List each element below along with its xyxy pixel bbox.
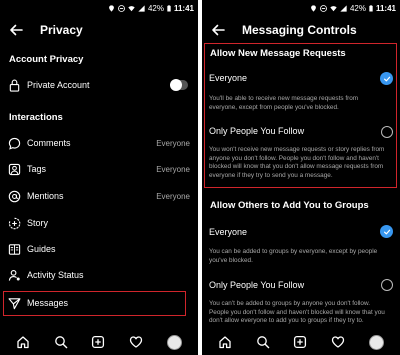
privacy-header: Privacy (0, 20, 198, 42)
bottom-nav (202, 329, 400, 355)
radio-button[interactable] (381, 279, 393, 291)
comment-icon (8, 137, 21, 150)
option-description: You can't be added to groups by anyone y… (209, 300, 385, 325)
privacy-item-label: Story (27, 218, 49, 228)
toggle-knob (170, 79, 182, 91)
profile-avatar[interactable] (369, 334, 385, 350)
battery-percent: 42% (147, 3, 164, 13)
heart-icon[interactable] (129, 335, 143, 349)
privacy-item-messages[interactable]: Messages (0, 292, 198, 314)
option-label: Only People You Follow (209, 126, 305, 136)
groups-header: Allow Others to Add You to Groups (210, 200, 369, 211)
privacy-item-tags[interactable]: Tags Everyone (0, 158, 198, 180)
radio-button[interactable] (381, 126, 393, 138)
page-title: Messaging Controls (242, 23, 357, 37)
privacy-item-label: Messages (27, 298, 69, 308)
requests-option-follow[interactable]: Only People You Follow You won't receive… (209, 125, 393, 185)
location-icon (311, 4, 316, 12)
status-time: 11:41 (173, 3, 194, 13)
requests-option-everyone[interactable]: Everyone You'll be able to receive new m… (209, 72, 393, 111)
search-icon[interactable] (256, 335, 270, 349)
privacy-item-mentions[interactable]: Mentions Everyone (0, 185, 198, 207)
profile-avatar[interactable] (167, 334, 183, 350)
privacy-item-value: Everyone (156, 138, 190, 148)
signal-icon (340, 4, 347, 12)
privacy-screen: 42% 11:41 Privacy Account Privacy Privat… (0, 0, 198, 355)
message-requests-header: Allow New Message Requests (210, 48, 346, 59)
status-bar: 42% 11:41 (202, 0, 400, 16)
messaging-controls-screen: 42% 11:41 Messaging Controls Allow New M… (202, 0, 400, 355)
privacy-item-comments[interactable]: Comments Everyone (0, 132, 198, 154)
new-post-icon[interactable] (293, 335, 307, 349)
privacy-item-story[interactable]: Story (0, 212, 198, 234)
option-description: You'll be able to receive new message re… (209, 95, 359, 111)
wifi-icon (330, 5, 337, 11)
activity-icon (8, 269, 20, 281)
option-label: Everyone (209, 227, 248, 237)
home-icon[interactable] (16, 335, 30, 349)
heart-icon[interactable] (331, 335, 345, 349)
private-account-toggle[interactable] (170, 79, 188, 91)
privacy-item-label: Guides (27, 244, 56, 254)
battery-icon (369, 4, 373, 11)
option-label: Only People You Follow (209, 280, 305, 290)
home-icon[interactable] (218, 335, 232, 349)
checkmark-icon[interactable] (380, 72, 393, 85)
option-description: You can be added to groups by everyone, … (209, 248, 378, 264)
privacy-item-guides[interactable]: Guides (0, 238, 198, 260)
battery-icon (167, 4, 171, 11)
wifi-icon (128, 5, 135, 11)
tag-icon (8, 163, 21, 175)
privacy-item-label: Mentions (27, 191, 64, 201)
privacy-item-label: Activity Status (27, 270, 84, 280)
messages-icon (8, 297, 21, 309)
account-privacy-header: Account Privacy (9, 54, 84, 65)
battery-percent: 42% (349, 3, 366, 13)
lock-icon (9, 79, 20, 92)
mention-icon (8, 190, 21, 202)
signal-icon (138, 4, 145, 12)
search-icon[interactable] (54, 335, 68, 349)
status-time: 11:41 (375, 3, 396, 13)
messaging-header: Messaging Controls (202, 20, 400, 42)
page-title: Privacy (40, 23, 83, 37)
story-icon (8, 217, 21, 229)
back-arrow-icon[interactable] (210, 22, 226, 38)
privacy-item-label: Tags (27, 164, 47, 174)
bottom-nav (0, 329, 198, 355)
private-account-row[interactable]: Private Account (0, 74, 198, 96)
checkmark-icon[interactable] (380, 225, 393, 238)
privacy-item-value: Everyone (156, 164, 190, 174)
groups-option-follow[interactable]: Only People You Follow You can't be adde… (209, 278, 393, 326)
status-bar: 42% 11:41 (0, 0, 198, 16)
privacy-item-label: Comments (27, 138, 71, 148)
dnd-icon (320, 4, 327, 12)
privacy-item-activity-status[interactable]: Activity Status (0, 264, 198, 286)
location-icon (109, 4, 114, 12)
back-arrow-icon[interactable] (8, 22, 24, 38)
option-label: Everyone (209, 73, 248, 83)
guides-icon (8, 243, 21, 255)
groups-option-everyone[interactable]: Everyone You can be added to groups by e… (209, 225, 393, 264)
option-description: You won't receive new message requests o… (209, 146, 385, 179)
new-post-icon[interactable] (91, 335, 105, 349)
private-account-label: Private Account (27, 80, 90, 90)
interactions-header: Interactions (9, 112, 63, 123)
privacy-item-value: Everyone (156, 191, 190, 201)
dnd-icon (118, 4, 125, 12)
